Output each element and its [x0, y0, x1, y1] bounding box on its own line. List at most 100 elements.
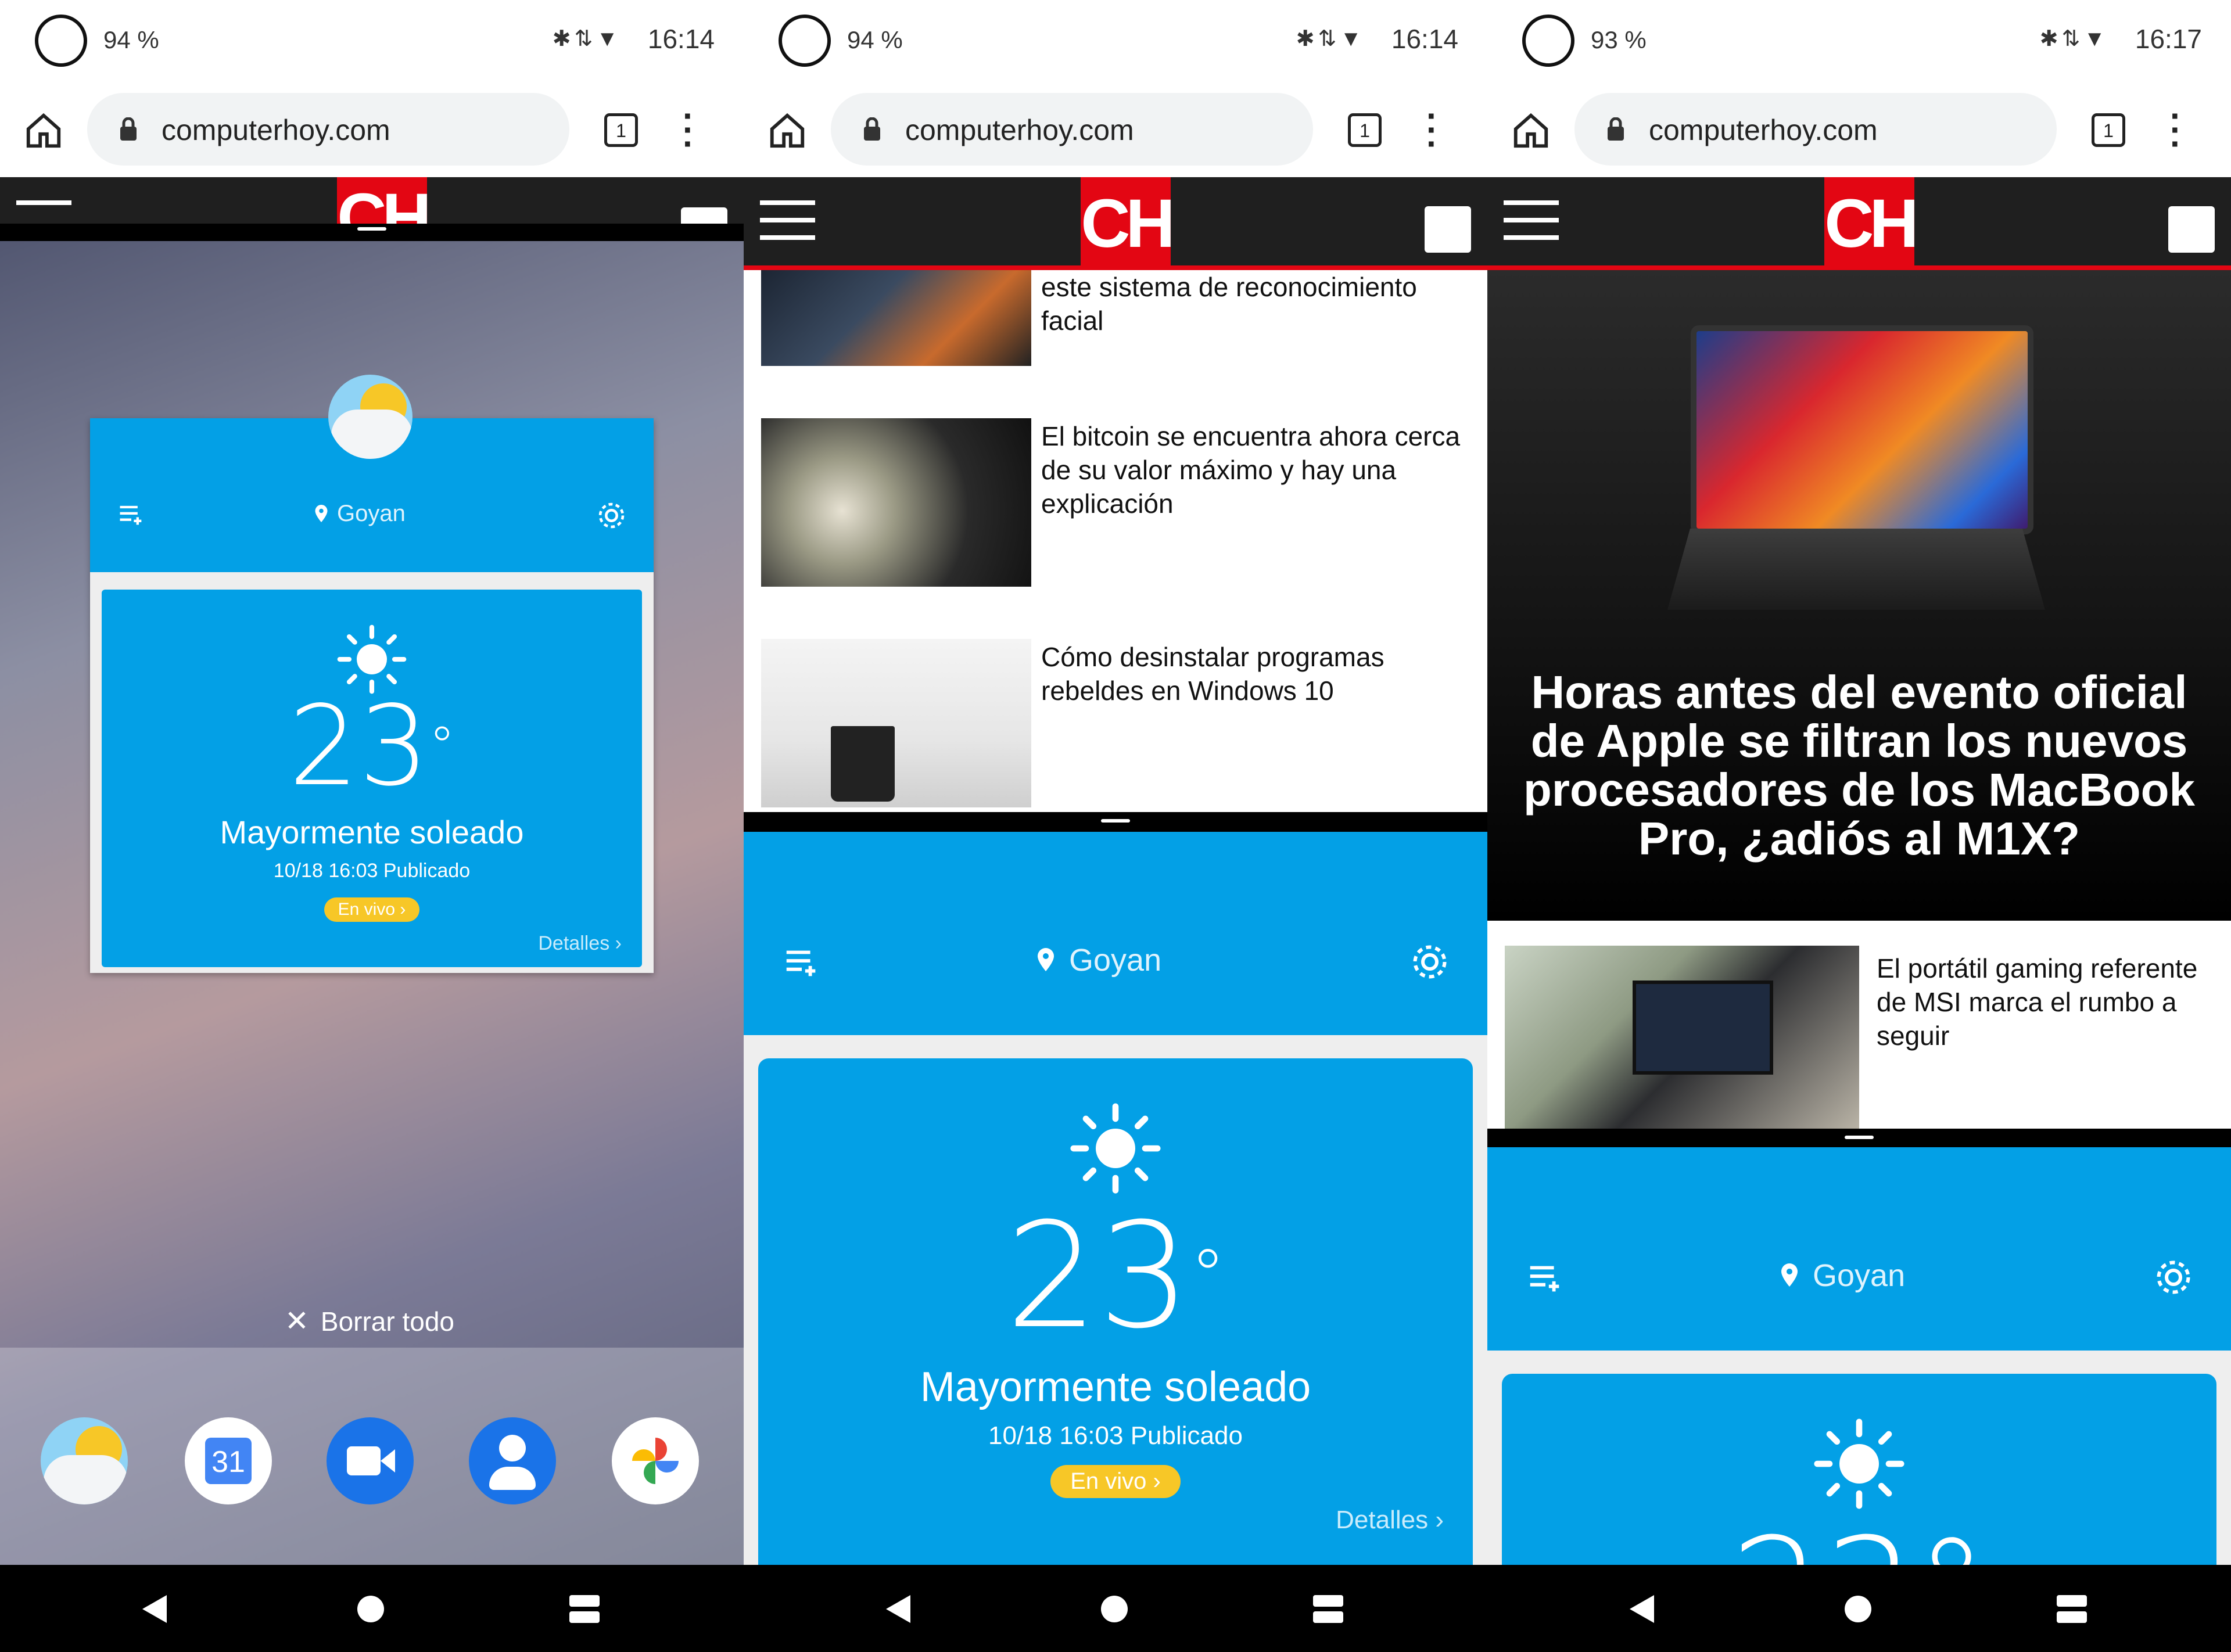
article-title: este sistema de reconocimiento facial: [1041, 272, 1417, 336]
battery-level: 94 %: [103, 26, 159, 53]
split-divider[interactable]: [744, 812, 1487, 832]
weather-header: Goyan: [744, 832, 1487, 1035]
clear-all-button[interactable]: ✕ Borrar todo: [285, 1304, 454, 1338]
hero-title: Horas antes del evento oficial de Apple …: [1523, 666, 2195, 864]
list-item[interactable]: El portátil gaming referente de MSI marc…: [1505, 946, 2219, 1129]
split-divider[interactable]: [0, 224, 744, 241]
settings-gear-icon[interactable]: [1409, 941, 1451, 983]
add-list-icon[interactable]: [1525, 1258, 1566, 1298]
connectivity-icons: ✱⇅▼: [552, 27, 622, 51]
menu-icon[interactable]: [1504, 200, 1559, 253]
weather-app: Goyan 23°: [1487, 1147, 2231, 1565]
divider-handle[interactable]: [1845, 1136, 1874, 1139]
published-time: 10/18 16:03 Publicado: [273, 860, 471, 882]
divider-handle[interactable]: [357, 227, 386, 231]
lock-icon: [120, 117, 137, 141]
home-icon[interactable]: [23, 110, 64, 151]
phone-screen-recents: 94 % ✱⇅▼ 16:14 computerhoy.com 1 · · · CH …: [0, 0, 744, 1652]
back-icon[interactable]: [1630, 1595, 1654, 1623]
list-item[interactable]: El bitcoin se encuentra ahora cerca de s…: [761, 418, 1476, 587]
more-menu-icon[interactable]: · · ·: [2170, 99, 2182, 161]
recents-icon[interactable]: [569, 1595, 600, 1624]
weather-app-preview[interactable]: Goyan 23° Mayormente soleado 10/18 16:03…: [90, 418, 654, 973]
article-title: El portátil gaming referente de MSI marc…: [1877, 953, 2198, 1051]
split-divider[interactable]: [1487, 1129, 2231, 1147]
photos-app-icon[interactable]: [612, 1417, 699, 1504]
battery-level: 93 %: [1591, 26, 1647, 53]
recents-icon[interactable]: [1313, 1595, 1343, 1624]
home-button-icon[interactable]: [357, 1596, 384, 1622]
battery-ring-icon: [779, 15, 831, 67]
hero-laptop-base: [1667, 529, 2045, 610]
location-pin-icon: [1038, 948, 1054, 971]
more-menu-icon[interactable]: · · ·: [683, 99, 694, 161]
site-logo[interactable]: CH: [1081, 177, 1175, 270]
back-icon[interactable]: [886, 1595, 910, 1623]
settings-gear-icon[interactable]: [2153, 1256, 2194, 1298]
site-header: CH: [744, 177, 1487, 270]
close-icon: ✕: [285, 1305, 309, 1337]
nav-bar: [0, 1565, 744, 1652]
settings-gear-icon[interactable]: [596, 500, 627, 531]
clock: 16:14: [1391, 24, 1458, 54]
location-name: Goyan: [337, 501, 406, 526]
browser-toolbar: computerhoy.com 1 · · ·: [744, 87, 1487, 177]
battery-ring-icon: [35, 15, 87, 67]
duo-video-app-icon[interactable]: [327, 1417, 414, 1504]
connectivity-icons: ✱⇅▼: [2039, 27, 2109, 51]
weather-card[interactable]: 23°: [1502, 1374, 2216, 1565]
list-item[interactable]: Cómo desinstalar programas rebeldes en W…: [761, 639, 1476, 807]
battery-level: 94 %: [847, 26, 903, 53]
article-thumbnail: [761, 639, 1031, 807]
site-header-peek: CH: [0, 177, 744, 224]
live-badge[interactable]: En vivo ›: [1050, 1465, 1181, 1498]
calendar-day: 31: [205, 1438, 252, 1484]
article-title: Cómo desinstalar programas rebeldes en W…: [1041, 642, 1384, 706]
temperature: 23°: [1005, 1191, 1226, 1360]
lock-icon: [1608, 117, 1624, 141]
tab-switcher-button[interactable]: 1: [604, 113, 638, 147]
phone-screen-split: 94 % ✱⇅▼ 16:14 computerhoy.com 1 · · · CH …: [744, 0, 1487, 1652]
tab-switcher-button[interactable]: 1: [1348, 113, 1382, 147]
url-text: computerhoy.com: [162, 114, 390, 146]
site-logo: CH: [337, 177, 432, 224]
home-icon[interactable]: [1511, 110, 1551, 151]
account-icon: [681, 207, 727, 224]
live-badge[interactable]: En vivo ›: [324, 897, 420, 922]
account-icon[interactable]: [2168, 206, 2215, 253]
recents-icon[interactable]: [2057, 1595, 2087, 1624]
details-link[interactable]: Detalles ›: [538, 932, 622, 955]
lock-icon: [864, 117, 880, 141]
weather-card[interactable]: 23° Mayormente soleado 10/18 16:03 Publi…: [102, 590, 642, 967]
add-list-icon[interactable]: [781, 942, 822, 983]
browser-toolbar: computerhoy.com 1 · · ·: [1487, 87, 2231, 177]
account-icon[interactable]: [1425, 206, 1471, 253]
back-icon[interactable]: [142, 1595, 167, 1623]
pinwheel-icon: [632, 1438, 679, 1484]
tab-switcher-button[interactable]: 1: [2092, 113, 2125, 147]
battery-ring-icon: [1522, 15, 1574, 67]
add-list-icon[interactable]: [116, 500, 146, 530]
published-time: 10/18 16:03 Publicado: [988, 1421, 1243, 1450]
calendar-app-icon[interactable]: 31: [185, 1417, 272, 1504]
weather-app-icon[interactable]: [328, 375, 413, 459]
weather-header: Goyan: [1487, 1147, 2231, 1351]
weather-app-icon[interactable]: [41, 1417, 128, 1504]
hero-image-laptop: [1691, 325, 2033, 534]
list-item[interactable]: este sistema de reconocimiento facial: [761, 270, 1476, 366]
details-link[interactable]: Detalles ›: [1336, 1506, 1444, 1535]
contacts-app-icon[interactable]: [469, 1417, 556, 1504]
location-name: Goyan: [1813, 1258, 1906, 1293]
home-button-icon[interactable]: [1101, 1596, 1128, 1622]
menu-icon[interactable]: [760, 200, 815, 253]
hero-article[interactable]: Horas antes del evento oficial de Apple …: [1487, 270, 2231, 921]
weather-card[interactable]: 23° Mayormente soleado 10/18 16:03 Publi…: [758, 1058, 1473, 1581]
sun-icon: [1070, 1103, 1161, 1194]
divider-handle[interactable]: [1101, 819, 1130, 823]
home-icon[interactable]: [767, 110, 808, 151]
site-header: CH: [1487, 177, 2231, 270]
site-logo[interactable]: CH: [1824, 177, 1919, 270]
home-button-icon[interactable]: [1845, 1596, 1871, 1622]
browser-toolbar: computerhoy.com 1 · · ·: [0, 87, 744, 177]
more-menu-icon[interactable]: · · ·: [1426, 99, 1438, 161]
